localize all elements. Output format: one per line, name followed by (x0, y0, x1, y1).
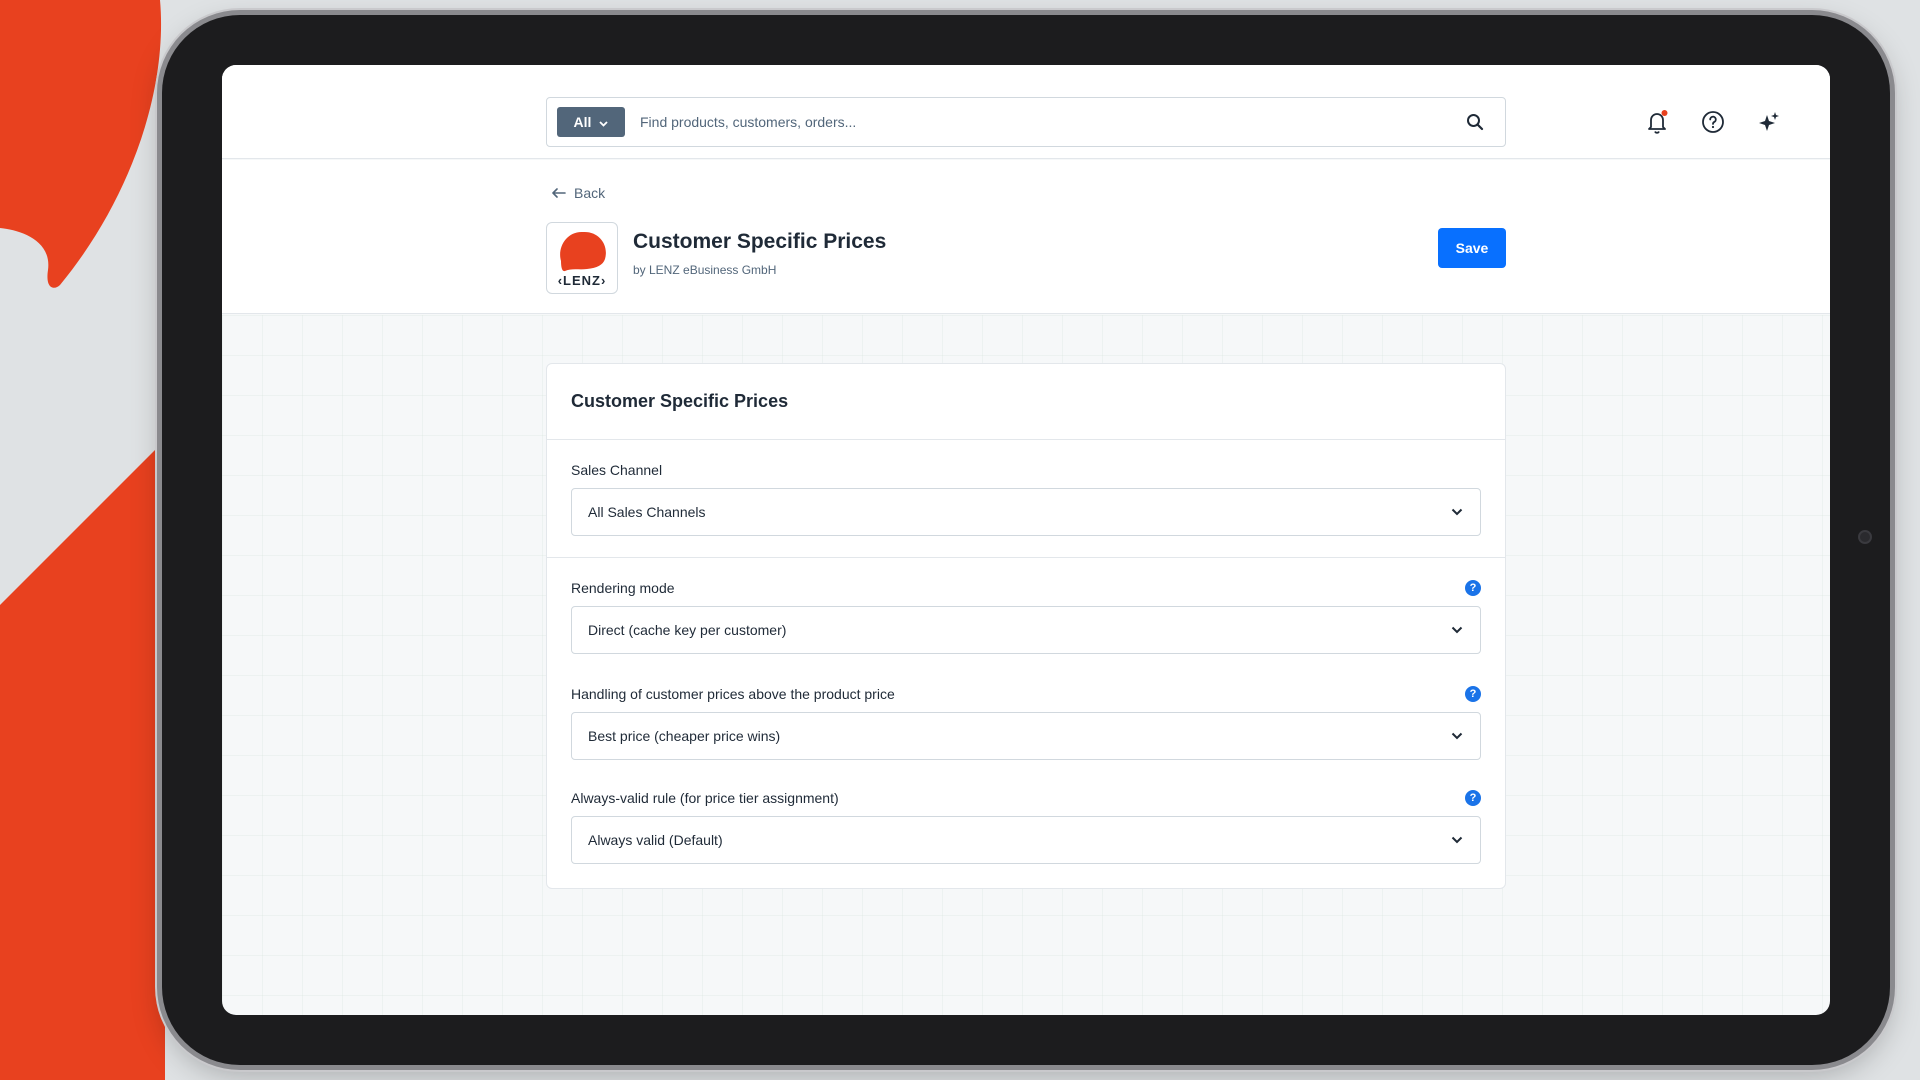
chevron-down-icon (599, 114, 609, 130)
question-circle-icon[interactable] (1698, 107, 1728, 137)
search-icon[interactable] (1455, 102, 1495, 142)
app-screen: All Find products, customers, orders... … (222, 65, 1830, 1015)
arrow-left-icon (552, 185, 566, 201)
search-scope-dropdown[interactable]: All (557, 107, 625, 137)
help-icon[interactable]: ? (1465, 790, 1481, 806)
price-handling-field: Handling of customer prices above the pr… (571, 684, 1481, 760)
global-search: All (546, 97, 1506, 147)
select-value: Always valid (Default) (588, 832, 723, 848)
select-value: Best price (cheaper price wins) (588, 728, 781, 744)
page-header: Back ‹LENZ› Customer Specific Prices by … (222, 160, 1830, 314)
logo-wordmark: ‹LENZ› (557, 273, 607, 288)
chevron-down-icon (1450, 623, 1464, 637)
decorative-shape-top (0, 0, 170, 300)
select-value: All Sales Channels (588, 504, 706, 520)
card-title: Customer Specific Prices (547, 364, 1505, 440)
price-handling-select[interactable]: Best price (cheaper price wins) (571, 712, 1481, 760)
select-value: Direct (cache key per customer) (588, 622, 787, 638)
app-vendor: by LENZ eBusiness GmbH (633, 263, 777, 277)
search-input[interactable] (640, 114, 1455, 130)
always-valid-rule-label-row: Always-valid rule (for price tier assign… (571, 788, 1481, 808)
page-title: Customer Specific Prices (633, 230, 887, 253)
field-label: Handling of customer prices above the pr… (571, 686, 895, 702)
help-icon[interactable]: ? (1465, 580, 1481, 596)
tablet-frame: All Find products, customers, orders... … (162, 15, 1890, 1065)
decorative-shape-bottom (0, 440, 170, 1080)
bell-icon[interactable] (1642, 107, 1672, 137)
price-handling-label-row: Handling of customer prices above the pr… (571, 684, 1481, 704)
notification-dot (1661, 110, 1668, 116)
help-icon[interactable]: ? (1465, 686, 1481, 702)
field-label: Always-valid rule (for price tier assign… (571, 790, 839, 806)
save-button[interactable]: Save (1438, 228, 1506, 268)
sales-channel-section: Sales Channel All Sales Channels (547, 440, 1505, 558)
search-scope-label: All (573, 114, 592, 130)
always-valid-rule-select[interactable]: Always valid (Default) (571, 816, 1481, 864)
rendering-mode-field: Rendering mode ? Direct (cache key per c… (571, 578, 1481, 654)
rendering-mode-label-row: Rendering mode ? (571, 578, 1481, 598)
app-logo: ‹LENZ› (546, 222, 618, 294)
chevron-down-icon (1450, 729, 1464, 743)
settings-card: Customer Specific Prices Sales Channel A… (546, 363, 1506, 889)
back-link[interactable]: Back (552, 185, 605, 201)
rendering-mode-select[interactable]: Direct (cache key per customer) (571, 606, 1481, 654)
advanced-settings-section: Rendering mode ? Direct (cache key per c… (547, 558, 1505, 888)
chevron-down-icon (1450, 833, 1464, 847)
field-label: Sales Channel (571, 462, 663, 478)
sales-channel-select[interactable]: All Sales Channels (571, 488, 1481, 536)
chevron-down-icon (1450, 505, 1464, 519)
sparkles-icon[interactable] (1754, 107, 1784, 137)
field-label: Rendering mode (571, 580, 675, 596)
top-bar: All (222, 65, 1830, 159)
back-label: Back (574, 185, 606, 201)
sales-channel-field: Sales Channel All Sales Channels (571, 460, 1481, 536)
camera-dot (1858, 530, 1872, 544)
sales-channel-label-row: Sales Channel (571, 460, 1481, 480)
always-valid-rule-field: Always-valid rule (for price tier assign… (571, 788, 1481, 864)
